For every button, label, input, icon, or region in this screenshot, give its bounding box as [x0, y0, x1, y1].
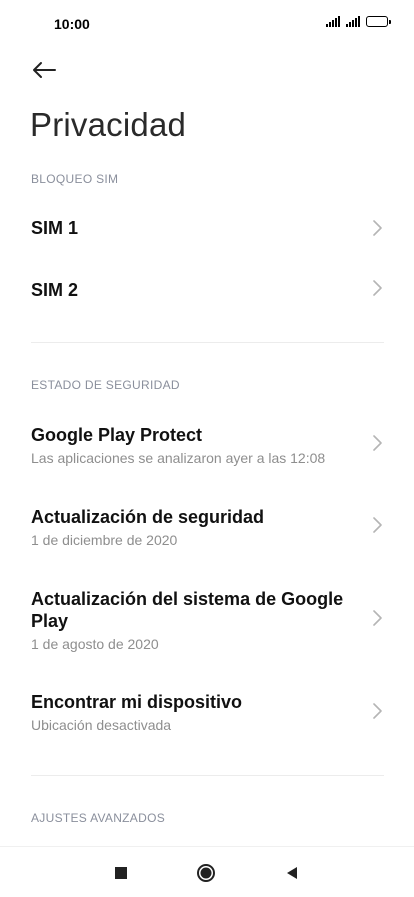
- chevron-right-icon: [373, 280, 382, 296]
- list-item-title: SIM 2: [31, 280, 79, 300]
- chevron-right-icon: [373, 703, 382, 719]
- list-item-title: SIM 1: [31, 218, 79, 238]
- back-arrow-icon: [33, 62, 56, 78]
- list-item-title: Actualización del sistema de Google: [31, 589, 344, 609]
- list-item-find-my-device[interactable]: Encontrar mi dispositivo Ubicación desac…: [0, 677, 414, 747]
- section-header-security: ESTADO DE SEGURIDAD: [31, 378, 180, 392]
- list-item-title: Google Play Protect: [31, 425, 203, 445]
- navigation-bar: [0, 846, 414, 897]
- section-header-sim-lock: BLOQUEO SIM: [31, 172, 119, 186]
- list-item-subtitle: 1 de agosto de 2020: [31, 636, 159, 652]
- chevron-right-icon: [373, 220, 382, 236]
- list-item-subtitle: Ubicación desactivada: [31, 717, 172, 733]
- list-item-sim-1[interactable]: SIM 1: [0, 198, 414, 258]
- recents-button[interactable]: [111, 863, 131, 883]
- list-item-title-line2: Play: [31, 611, 69, 631]
- section-divider: [31, 775, 384, 776]
- battery-icon: [366, 16, 391, 27]
- status-bar: 10:00: [0, 0, 414, 48]
- list-item-security-update[interactable]: Actualización de seguridad 1 de diciembr…: [0, 492, 414, 562]
- section-header-advanced: AJUSTES AVANZADOS: [31, 811, 166, 825]
- list-item-google-play-system-update[interactable]: Actualización del sistema de Google Play…: [0, 574, 414, 662]
- status-time: 10:00: [54, 16, 90, 32]
- list-item-title: Encontrar mi dispositivo: [31, 692, 243, 712]
- back-button[interactable]: [28, 54, 60, 86]
- list-item-title: Actualización de seguridad: [31, 507, 265, 527]
- signal-icon-sim2: [346, 16, 360, 27]
- signal-icon-sim1: [326, 16, 340, 27]
- home-button[interactable]: [196, 863, 216, 883]
- chevron-right-icon: [373, 610, 382, 626]
- list-item-google-play-protect[interactable]: Google Play Protect Las aplicaciones se …: [0, 410, 414, 480]
- page-title: Privacidad: [30, 106, 187, 143]
- triangle-left-icon: [287, 867, 297, 879]
- square-icon: [115, 867, 127, 879]
- list-item-subtitle: 1 de diciembre de 2020: [31, 532, 178, 548]
- chevron-right-icon: [373, 435, 382, 451]
- back-nav-button[interactable]: [282, 863, 302, 883]
- section-divider: [31, 342, 384, 343]
- list-item-sim-2[interactable]: SIM 2: [0, 260, 414, 320]
- list-item-subtitle: Las aplicaciones se analizaron ayer a la…: [31, 450, 326, 466]
- chevron-right-icon: [373, 517, 382, 533]
- status-icons: [326, 16, 391, 27]
- circle-icon: [197, 864, 215, 882]
